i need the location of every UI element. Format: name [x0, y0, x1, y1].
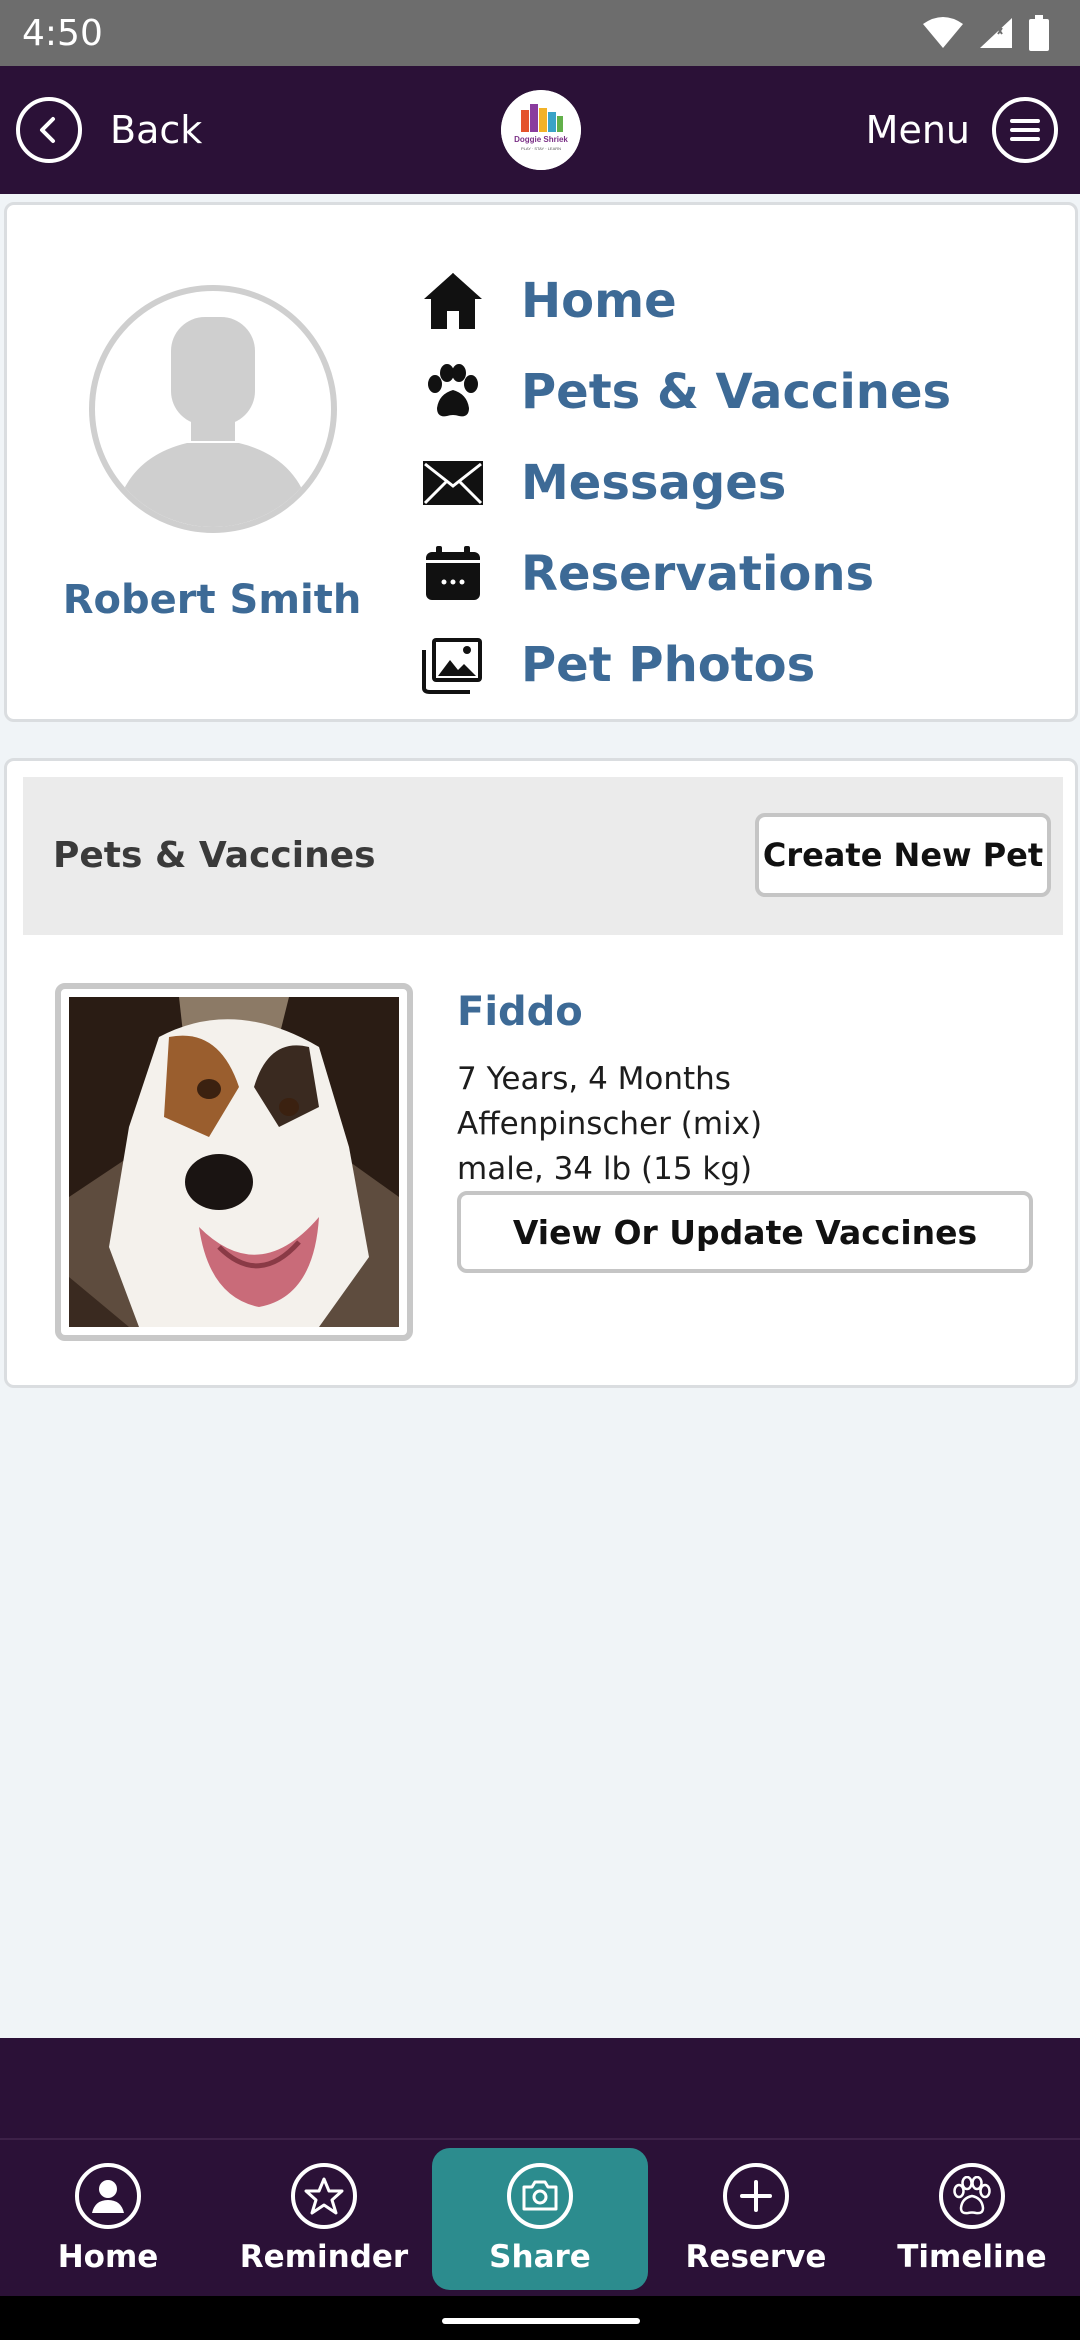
brand-logo[interactable]: Doggie Shriek PLAY · STAY · LEARN: [501, 90, 581, 170]
nav-label-pet-photos: Pet Photos: [521, 636, 816, 693]
signal-icon: [980, 18, 1012, 48]
house-icon: [421, 269, 485, 333]
pet-sex-weight: male, 34 lb (15 kg): [457, 1151, 753, 1187]
nav-item-pets-vaccines[interactable]: Pets & Vaccines: [421, 346, 1061, 437]
pet-breed: Affenpinscher (mix): [457, 1106, 763, 1142]
plus-icon: [723, 2163, 789, 2229]
nav-item-home[interactable]: Home: [421, 255, 1061, 346]
bottom-nav-home-label: Home: [57, 2239, 159, 2275]
paw-icon: [421, 360, 485, 424]
pet-name[interactable]: Fiddo: [457, 989, 583, 1035]
logo-graphic: Doggie Shriek PLAY · STAY · LEARN: [501, 90, 581, 170]
bottom-nav-share-label: Share: [489, 2239, 591, 2275]
menu-button[interactable]: Menu: [866, 96, 1058, 164]
pets-vaccines-card: Pets & Vaccines Create New Pet Fiddo 7 Y: [4, 758, 1078, 1388]
svg-text:Doggie Shriek: Doggie Shriek: [514, 135, 568, 144]
nav-label-reservations: Reservations: [521, 545, 875, 602]
calendar-icon: [421, 542, 485, 606]
nav-item-pet-photos[interactable]: Pet Photos: [421, 619, 1061, 710]
camera-icon: [507, 2163, 573, 2229]
person-silhouette-icon: [113, 317, 313, 527]
wifi-icon: [923, 17, 963, 48]
nav-item-messages[interactable]: Messages: [421, 437, 1061, 528]
status-time: 4:50: [22, 12, 103, 54]
pets-section-header: Pets & Vaccines Create New Pet: [23, 777, 1063, 935]
status-bar: 4:50: [0, 0, 1080, 66]
svg-text:PLAY · STAY · LEARN: PLAY · STAY · LEARN: [521, 146, 561, 151]
bottom-nav-home[interactable]: Home: [0, 2140, 216, 2298]
hamburger-icon: [992, 97, 1058, 163]
pet-photo: [69, 997, 399, 1327]
status-icons: [922, 15, 1050, 51]
bottom-nav-timeline-label: Timeline: [897, 2239, 1047, 2275]
menu-label: Menu: [865, 108, 970, 152]
back-label: Back: [110, 108, 203, 152]
nav-label-home: Home: [521, 272, 677, 329]
nav-item-reservations[interactable]: Reservations: [421, 528, 1061, 619]
bottom-navigation: Home Reminder Share Reserve Timeline: [0, 2138, 1080, 2296]
person-icon: [75, 2163, 141, 2229]
back-arrow-icon: [16, 97, 82, 163]
dog-photo-image: [69, 997, 399, 1327]
bottom-nav-reserve[interactable]: Reserve: [648, 2140, 864, 2298]
star-icon: [291, 2163, 357, 2229]
top-app-bar: Back Doggie Shriek PLAY · STAY · LEARN M…: [0, 66, 1080, 194]
bottom-nav-reminder-label: Reminder: [239, 2239, 409, 2275]
bottom-nav-share[interactable]: Share: [432, 2148, 648, 2290]
pet-photo-frame[interactable]: [55, 983, 413, 1341]
envelope-icon: [421, 451, 485, 515]
home-indicator[interactable]: [442, 2318, 640, 2324]
user-name: Robert Smith: [62, 577, 362, 623]
back-button[interactable]: Back: [16, 96, 202, 164]
battery-icon: [1029, 15, 1049, 51]
create-new-pet-button[interactable]: Create New Pet: [755, 813, 1051, 897]
bottom-nav-timeline[interactable]: Timeline: [864, 2140, 1080, 2298]
paw-icon: [939, 2163, 1005, 2229]
nav-label-pets-vaccines: Pets & Vaccines: [521, 363, 952, 420]
pets-section-title: Pets & Vaccines: [53, 835, 376, 876]
nav-label-messages: Messages: [521, 454, 787, 511]
system-nav-bar: [0, 2296, 1080, 2340]
photos-icon: [421, 633, 485, 697]
profile-card: Robert Smith Home Pets & Vaccines Messag…: [4, 202, 1078, 722]
footer: [0, 2038, 1080, 2140]
profile-nav: Home Pets & Vaccines Messages Reservatio…: [421, 255, 1061, 710]
bottom-nav-reserve-label: Reserve: [685, 2239, 827, 2275]
bottom-nav-reminder[interactable]: Reminder: [216, 2140, 432, 2298]
view-update-vaccines-button[interactable]: View Or Update Vaccines: [457, 1191, 1033, 1273]
avatar[interactable]: [89, 285, 337, 533]
pet-age: 7 Years, 4 Months: [457, 1061, 731, 1097]
